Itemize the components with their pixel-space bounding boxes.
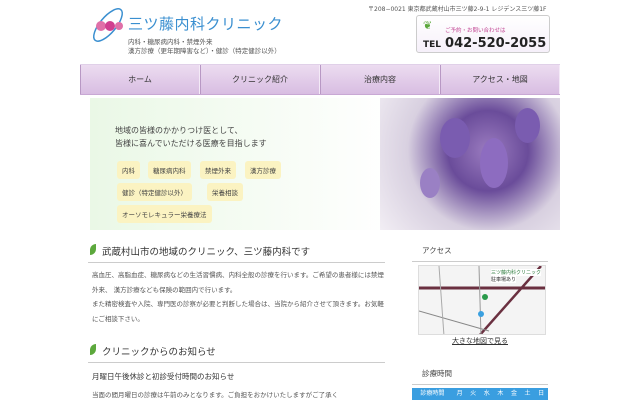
leaf-icon: ❦ <box>423 19 433 32</box>
contact-label: ご予約・お問い合わせは <box>445 28 506 34</box>
nav-treatment[interactable]: 治療内容 <box>320 65 440 94</box>
hours-heading: 診療時間 <box>412 368 548 385</box>
access-map[interactable]: 三ツ藤内科クリニック 駐車場あり <box>418 265 546 335</box>
clinic-name: 三ツ藤内科クリニック <box>128 15 284 33</box>
subtitle-services-2: 漢方診療（更年期障害など）・健診（特定健診以外） <box>128 47 281 55</box>
leaf-icon <box>90 344 96 355</box>
leaf-icon <box>90 244 96 255</box>
service-tag[interactable]: 栄養相談 <box>207 183 243 201</box>
nav-clinic[interactable]: クリニック紹介 <box>200 65 320 94</box>
news-title[interactable]: 月曜日午後休診と初診受付時間のお知らせ <box>92 370 387 385</box>
wisteria-image <box>380 98 560 230</box>
service-tag[interactable]: 糖尿病内科 <box>148 161 191 179</box>
tel-prefix: TEL <box>423 40 442 50</box>
map-parking-label: 駐車場あり <box>491 276 517 283</box>
contact-box[interactable]: ❦ ご予約・お問い合わせは TEL 042-520-2055 <box>416 15 550 53</box>
service-tag[interactable]: オーソモレキュラー栄養療法 <box>117 205 212 223</box>
access-heading: アクセス <box>412 245 548 262</box>
tagline-line2: 皆様に喜んでいただける医療を目指します <box>115 139 267 148</box>
nav-home[interactable]: ホーム <box>80 65 200 94</box>
news-text: 当面の間月曜日の診療は午前のみとなります。ご負担をおかけいたしますがご了承く <box>92 391 339 399</box>
service-tag[interactable]: 漢方診療 <box>245 161 281 179</box>
tel-number: 042-520-2055 <box>445 36 547 51</box>
large-map-link[interactable]: 大きな地図で見る <box>452 336 508 346</box>
hours-table-header: 診療時間月火水木金土日 <box>412 388 548 400</box>
service-tag[interactable]: 健診（特定健診以外） <box>117 183 192 201</box>
section-title-intro: 武蔵村山市の地域のクリニック、三ツ藤内科です <box>88 244 385 263</box>
map-clinic-label: 三ツ藤内科クリニック <box>491 269 542 276</box>
section-title-news: クリニックからのお知らせ <box>88 344 385 363</box>
address: 〒208−0021 東京都武蔵村山市三ツ藤2-9-1 レジデンス三ツ藤1F <box>368 6 547 13</box>
service-tag[interactable]: 禁煙外来 <box>200 161 236 179</box>
intro-text: 高血圧、高脂血症、糖尿病などの生活習慣病、内科全般の診療を行います。ご希望の患者… <box>92 271 384 323</box>
clinic-logo[interactable] <box>86 6 131 44</box>
main-nav: ホーム クリニック紹介 治療内容 アクセス・地図 <box>80 64 560 95</box>
service-tag[interactable]: 内科 <box>117 161 140 179</box>
hero-tagline: 地域の皆様のかかりつけ医として、 皆様に喜んでいただける医療を目指します <box>115 124 267 150</box>
nav-access[interactable]: アクセス・地図 <box>440 65 560 94</box>
tagline-line1: 地域の皆様のかかりつけ医として、 <box>115 126 243 135</box>
